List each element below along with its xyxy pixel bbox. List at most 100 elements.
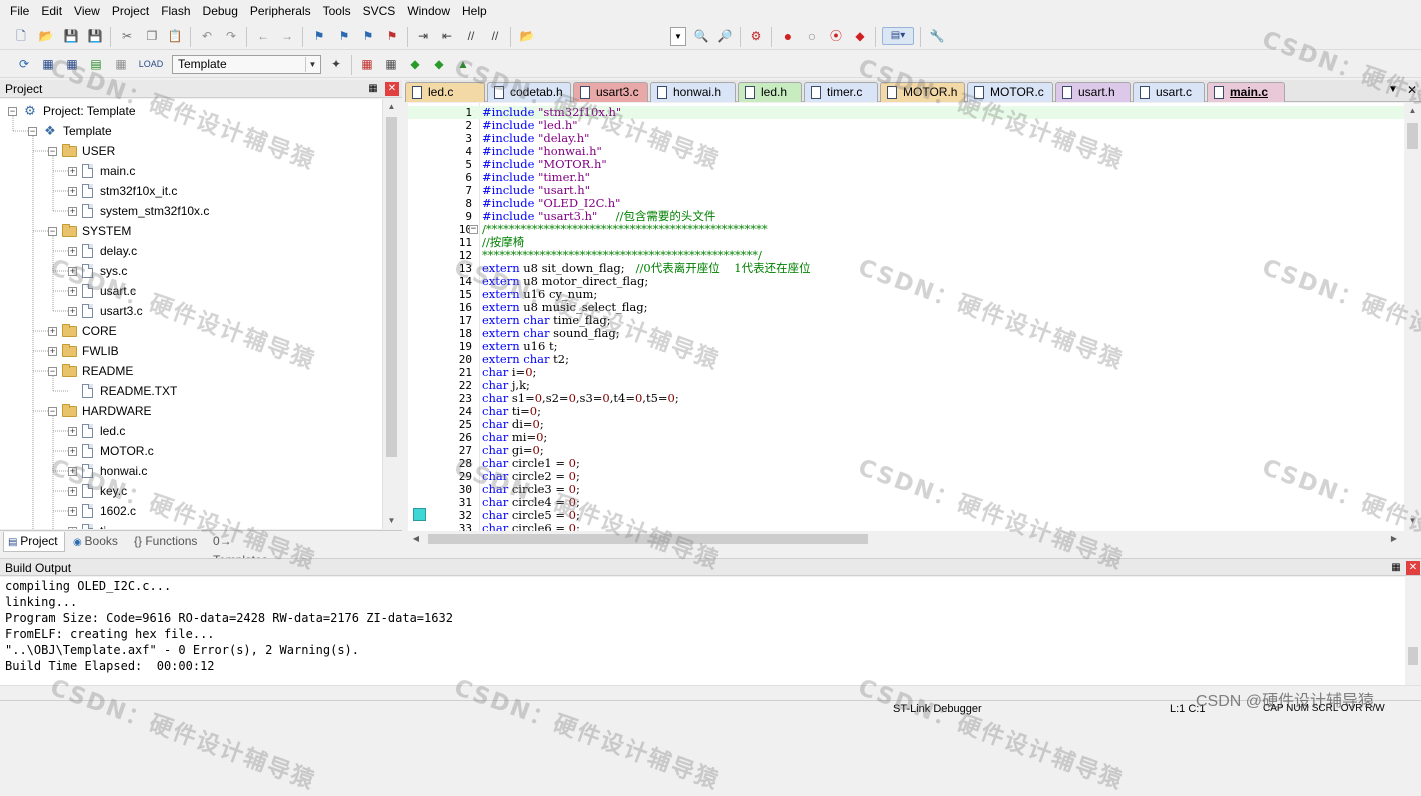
save-all-icon[interactable]: 💾 <box>86 27 104 45</box>
code-lines[interactable]: 1 #include "stm32f10x.h" 2 #include "led.h"… <box>408 103 1404 531</box>
close-icon[interactable]: ✕ <box>385 82 399 96</box>
scroll-up-icon[interactable]: ▲ <box>1404 103 1421 119</box>
menu-tools[interactable]: Tools <box>317 0 357 22</box>
menu-window[interactable]: Window <box>401 0 456 22</box>
tab-templates[interactable]: 0→ Templates <box>209 532 289 567</box>
expand-toggle-icon[interactable]: + <box>68 306 77 316</box>
editor-tab[interactable]: codetab.h <box>487 82 571 102</box>
find-icon[interactable]: 🔍 <box>692 27 710 45</box>
undo-icon[interactable]: ↶ <box>198 27 216 45</box>
tree-file-item[interactable]: + MOTOR.c <box>68 441 154 461</box>
scroll-up-icon[interactable]: ▲ <box>383 99 400 115</box>
tree-file-item[interactable]: + key.c <box>68 481 127 501</box>
manage-components-icon[interactable]: ▦ <box>382 55 400 73</box>
target-options-icon[interactable]: ✦ <box>327 55 345 73</box>
rebuild-icon[interactable]: ▦ <box>63 55 81 73</box>
tree-file-item[interactable]: +1602.c <box>68 501 136 521</box>
expand-toggle-icon[interactable]: + <box>68 526 77 529</box>
expand-toggle-icon[interactable]: − <box>48 226 57 236</box>
run-time-environment-icon[interactable]: ▲ <box>454 55 472 73</box>
expand-toggle-icon[interactable]: + <box>68 506 77 516</box>
tree-target-item[interactable]: − ❖ Template <box>28 121 112 141</box>
build-output-scrollbar[interactable] <box>1405 577 1421 685</box>
tree-root-item[interactable]: − ⚙ Project: Template <box>8 101 136 121</box>
expand-toggle-icon[interactable]: − <box>48 146 57 156</box>
open-file-icon[interactable]: 📂 <box>37 27 55 45</box>
select-packs-icon[interactable]: ◆ <box>406 55 424 73</box>
disable-breakpoints-icon[interactable]: ⦿ <box>827 27 845 45</box>
tab-books[interactable]: ◉ Books <box>69 532 125 552</box>
tree-file-item[interactable]: +README.TXT <box>68 381 177 401</box>
tab-project[interactable]: ▤ Project <box>3 532 65 552</box>
scroll-thumb[interactable] <box>386 117 397 457</box>
incremental-find-icon[interactable]: 🔎 <box>716 27 734 45</box>
bookmark-clear-icon[interactable]: ⚑ <box>383 27 401 45</box>
target-select[interactable]: Template ▼ <box>172 55 321 74</box>
tree-file-item[interactable]: + sys.c <box>68 261 127 281</box>
tree-file-item[interactable]: + usart3.c <box>68 301 143 321</box>
code-line[interactable]: 21 char i=0; <box>408 366 1404 380</box>
new-file-icon[interactable]: 🗋 <box>12 27 30 45</box>
pin-icon[interactable]: ▦ <box>366 82 380 96</box>
pin-icon[interactable]: ▦ <box>1389 561 1403 575</box>
debug-session-icon[interactable]: ⚙ <box>747 27 765 45</box>
tree-group-item[interactable]: − USER <box>48 141 115 161</box>
editor-tab[interactable]: timer.c <box>804 82 878 102</box>
fold-toggle-icon[interactable]: − <box>469 225 478 234</box>
menu-edit[interactable]: Edit <box>35 0 68 22</box>
tree-file-item[interactable]: + system_stm32f10x.c <box>68 201 209 221</box>
navigate-forward-icon[interactable]: → <box>278 27 296 45</box>
unindent-icon[interactable]: ⇤ <box>438 27 456 45</box>
configure-icon[interactable]: 🔧 <box>928 27 946 45</box>
download-icon[interactable]: LOAD <box>139 55 164 73</box>
uncomment-icon[interactable]: // <box>486 27 504 45</box>
scroll-thumb[interactable] <box>1408 647 1418 665</box>
copy-icon[interactable]: ❐ <box>143 27 161 45</box>
menu-svcs[interactable]: SVCS <box>357 0 402 22</box>
expand-toggle-icon[interactable]: + <box>68 266 77 276</box>
build-icon[interactable]: ▦ <box>39 55 57 73</box>
tab-list-dropdown-icon[interactable]: ▼ <box>1386 83 1400 97</box>
editor-vertical-scrollbar[interactable]: ▲ ▼ <box>1404 103 1421 531</box>
expand-toggle-icon[interactable]: + <box>68 186 77 196</box>
tree-group-item[interactable]: − SYSTEM <box>48 221 131 241</box>
menu-help[interactable]: Help <box>456 0 493 22</box>
menu-peripherals[interactable]: Peripherals <box>244 0 317 22</box>
batch-build-icon[interactable]: ▤ <box>87 55 105 73</box>
menu-project[interactable]: Project <box>106 0 155 22</box>
stop-build-icon[interactable]: ▦ <box>112 55 130 73</box>
insert-breakpoint-icon[interactable]: ● <box>779 27 797 45</box>
expand-toggle-icon[interactable]: + <box>68 486 77 496</box>
enable-breakpoint-icon[interactable]: ○ <box>803 27 821 45</box>
editor-horizontal-scrollbar[interactable]: ◀ ▶ <box>408 531 1404 547</box>
find-combo-dropdown[interactable]: ▼ <box>670 27 686 46</box>
code-line[interactable]: 25 char di=0; <box>408 418 1404 432</box>
editor-tab[interactable]: led.c <box>405 82 485 102</box>
bookmark-next-icon[interactable]: ⚑ <box>359 27 377 45</box>
expand-toggle-icon[interactable]: − <box>8 106 17 116</box>
expand-toggle-icon[interactable]: + <box>48 326 57 336</box>
bookmark-toggle-icon[interactable]: ⚑ <box>310 27 328 45</box>
build-output-console[interactable]: compiling OLED_I2C.c... linking... Program… <box>0 577 1405 685</box>
tree-file-item[interactable]: + delay.c <box>68 241 137 261</box>
cut-icon[interactable]: ✂ <box>118 27 136 45</box>
expand-toggle-icon[interactable]: + <box>68 466 77 476</box>
expand-toggle-icon[interactable]: + <box>68 426 77 436</box>
paste-icon[interactable]: 📋 <box>166 27 184 45</box>
expand-toggle-icon[interactable]: + <box>48 346 57 356</box>
expand-toggle-icon[interactable]: + <box>68 206 77 216</box>
editor-tab[interactable]: usart.h <box>1055 82 1131 102</box>
expand-toggle-icon[interactable]: + <box>68 286 77 296</box>
tree-file-item[interactable]: + led.c <box>68 421 125 441</box>
scroll-thumb[interactable] <box>1407 123 1418 149</box>
project-tree-scrollbar[interactable]: ▲ ▼ <box>382 99 399 529</box>
editor-tab[interactable]: MOTOR.h <box>880 82 965 102</box>
tree-file-item[interactable]: + stm32f10x_it.c <box>68 181 177 201</box>
navigate-back-icon[interactable]: ← <box>254 27 272 45</box>
kill-breakpoints-icon[interactable]: ◆ <box>851 27 869 45</box>
menu-view[interactable]: View <box>68 0 106 22</box>
scroll-down-icon[interactable]: ▼ <box>1404 513 1421 529</box>
scroll-down-icon[interactable]: ▼ <box>383 513 400 529</box>
tree-file-item[interactable]: + ti <box>68 521 106 529</box>
menu-file[interactable]: File <box>4 0 35 22</box>
